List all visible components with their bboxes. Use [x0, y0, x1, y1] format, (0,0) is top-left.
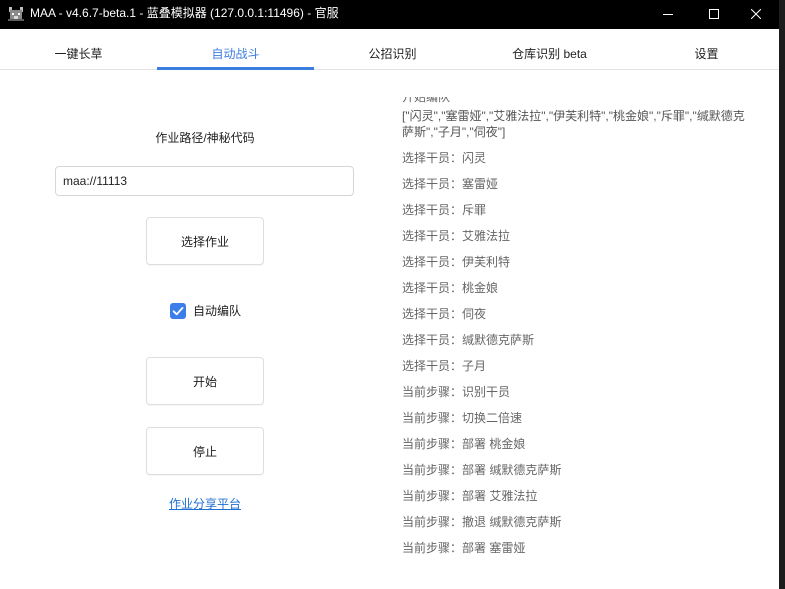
maximize-icon — [709, 8, 719, 19]
log-panel[interactable]: 开始编队 ["闪灵","塞雷娅","艾雅法拉","伊芙利特","桃金娘","斥罪… — [402, 97, 752, 577]
log-entry: 选择干员：斥罪 — [402, 203, 487, 217]
log-list: 开始编队 ["闪灵","塞雷娅","艾雅法拉","伊芙利特","桃金娘","斥罪… — [402, 97, 750, 566]
log-entry: 当前步骤：部署 艾雅法拉 — [402, 489, 538, 503]
tab-depot[interactable]: 仓库识别 beta — [471, 36, 628, 70]
tab-copilot[interactable]: 自动战斗 — [157, 36, 314, 70]
select-task-button[interactable]: 选择作业 — [146, 217, 264, 265]
tab-bar: 一键长草 自动战斗 公招识别 仓库识别 beta 设置 — [0, 29, 779, 70]
minimize-button[interactable] — [645, 0, 691, 29]
path-label: 作业路径/神秘代码 — [155, 131, 255, 145]
tab-one-click-farm[interactable]: 一键长草 — [0, 36, 157, 70]
window-title: MAA - v4.6.7-beta.1 - 蓝叠模拟器 (127.0.0.1:1… — [30, 6, 339, 20]
log-entry: 当前步骤：部署 桃金娘 — [402, 437, 526, 451]
auto-formation-label[interactable]: 自动编队 — [193, 303, 241, 319]
log-entry: 选择干员：伊芙利特 — [402, 255, 511, 269]
tab-label: 设置 — [694, 47, 719, 61]
log-entry: 当前步骤：部署 缄默德克萨斯 — [402, 463, 562, 477]
tab-label: 仓库识别 beta — [512, 47, 587, 61]
tab-label: 一键长草 — [54, 47, 103, 61]
log-entry: 当前步骤：部署 塞雷娅 — [402, 541, 526, 555]
log-entry: ["闪灵","塞雷娅","艾雅法拉","伊芙利特","桃金娘","斥罪","缄默… — [402, 109, 745, 139]
auto-formation-checkbox[interactable] — [170, 303, 186, 319]
log-entry: 选择干员：桃金娘 — [402, 281, 499, 295]
app-logo-icon — [7, 5, 25, 23]
start-button[interactable]: 开始 — [146, 357, 264, 405]
log-entry: 当前步骤：撤退 缄默德克萨斯 — [402, 515, 562, 529]
share-platform-link[interactable]: 作业分享平台 — [169, 497, 241, 511]
log-entry: 选择干员：子月 — [402, 359, 487, 373]
log-entry: 选择干员：缄默德克萨斯 — [402, 333, 535, 347]
tab-recruit[interactable]: 公招识别 — [314, 36, 471, 70]
tab-settings[interactable]: 设置 — [628, 36, 785, 70]
log-entry: 选择干员：艾雅法拉 — [402, 229, 511, 243]
close-button[interactable] — [733, 0, 779, 29]
path-input[interactable] — [55, 166, 354, 196]
log-entry: 选择干员：塞雷娅 — [402, 177, 499, 191]
log-entry: 开始编队 — [402, 97, 451, 104]
log-entry: 选择干员：闪灵 — [402, 151, 487, 165]
tab-label: 公招识别 — [368, 47, 417, 61]
maximize-button[interactable] — [691, 0, 737, 29]
share-link-row: 作业分享平台 — [55, 496, 355, 512]
window-edge — [779, 0, 785, 589]
minimize-icon — [663, 13, 673, 15]
close-icon — [751, 8, 761, 19]
log-entry: 当前步骤：切换二倍速 — [402, 411, 523, 425]
checkmark-icon — [172, 307, 184, 316]
stop-button[interactable]: 停止 — [146, 427, 264, 475]
log-entry: 当前步骤：识别干员 — [402, 385, 511, 399]
active-tab-indicator — [157, 67, 314, 70]
title-bar: MAA - v4.6.7-beta.1 - 蓝叠模拟器 (127.0.0.1:1… — [0, 0, 785, 29]
tab-label: 自动战斗 — [211, 47, 260, 61]
log-entry: 选择干员：伺夜 — [402, 307, 487, 321]
